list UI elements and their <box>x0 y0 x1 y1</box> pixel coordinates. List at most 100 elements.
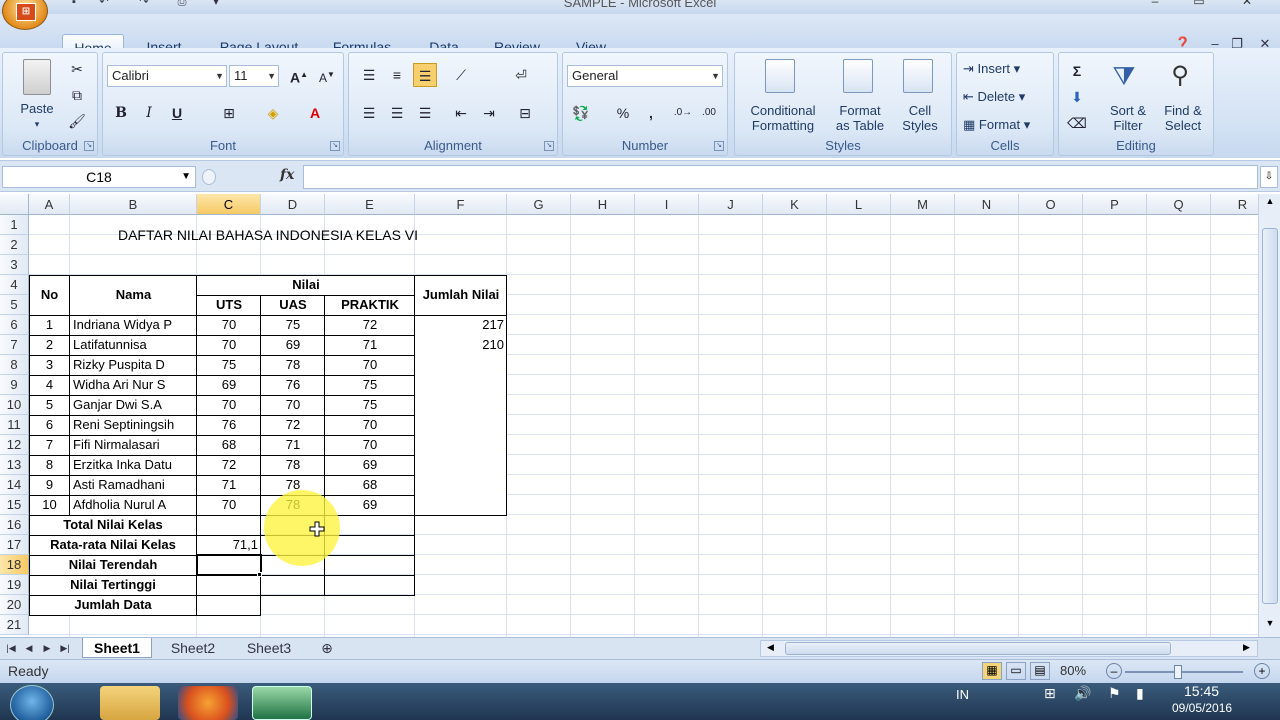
zoom-out-icon[interactable]: – <box>1106 663 1122 679</box>
row-header-17[interactable]: 17 <box>0 535 29 555</box>
merge-center-icon[interactable]: ⊟ <box>513 101 537 125</box>
column-header-h[interactable]: H <box>571 194 635 215</box>
row-header-21[interactable]: 21 <box>0 615 29 635</box>
row-header-9[interactable]: 9 <box>0 375 29 395</box>
clock-time[interactable]: 15:45 <box>1184 683 1219 699</box>
clear-icon[interactable]: ⌫ <box>1065 111 1089 135</box>
decrease-decimal-icon[interactable]: .00 <box>697 101 721 125</box>
cell-uts[interactable]: 75 <box>197 355 261 375</box>
undo-icon[interactable]: ↶ <box>96 0 112 8</box>
sheet-tab-sheet1[interactable]: Sheet1 <box>82 638 152 658</box>
align-top-icon[interactable]: ☰ <box>357 63 381 87</box>
cell-no[interactable]: 9 <box>29 475 70 495</box>
zoom-level[interactable]: 80% <box>1060 663 1086 678</box>
excel-taskbar-icon[interactable] <box>252 686 312 720</box>
cell-jumlah[interactable] <box>415 435 507 455</box>
cell-no[interactable]: 1 <box>29 315 70 335</box>
cell-uas[interactable]: 78 <box>261 355 325 375</box>
clipboard-launcher-icon[interactable]: ↘ <box>84 141 94 151</box>
column-header-n[interactable]: N <box>955 194 1019 215</box>
page-layout-view-icon[interactable]: ▭ <box>1006 662 1026 680</box>
cut-icon[interactable]: ✂ <box>65 57 89 81</box>
cell-praktik[interactable]: 69 <box>325 455 415 475</box>
cell-no[interactable]: 10 <box>29 495 70 515</box>
cell-summary-value[interactable] <box>197 575 261 595</box>
first-sheet-icon[interactable]: |◀ <box>4 640 18 656</box>
column-header-b[interactable]: B <box>70 194 197 215</box>
prev-sheet-icon[interactable]: ◀ <box>22 640 36 656</box>
flag-icon[interactable]: ⚑ <box>1108 685 1121 702</box>
cell-nama[interactable]: Latifatunnisa <box>70 335 197 355</box>
cell-uas[interactable]: 78 <box>261 455 325 475</box>
maximize-button[interactable]: ▭ <box>1184 0 1214 10</box>
cell-praktik[interactable]: 71 <box>325 335 415 355</box>
cell-jumlah[interactable] <box>415 395 507 415</box>
row-header-8[interactable]: 8 <box>0 355 29 375</box>
cell-summary-label[interactable]: Total Nilai Kelas <box>29 515 197 535</box>
normal-view-icon[interactable]: ▦ <box>982 662 1002 680</box>
save-icon[interactable]: ▪ <box>66 0 82 8</box>
page-break-view-icon[interactable]: ▤ <box>1030 662 1050 680</box>
align-middle-icon[interactable]: ≡ <box>385 63 409 87</box>
column-header-o[interactable]: O <box>1019 194 1083 215</box>
cell-uts[interactable]: 70 <box>197 335 261 355</box>
insert-sheet-icon[interactable]: ⊕ <box>312 638 342 658</box>
cell-summary-value[interactable]: 71,1 <box>197 535 261 555</box>
cell-praktik[interactable]: 68 <box>325 475 415 495</box>
language-indicator[interactable]: IN <box>956 687 969 702</box>
customize-qat-icon[interactable]: ▾ <box>208 0 224 8</box>
cell-praktik[interactable]: 72 <box>325 315 415 335</box>
network-icon[interactable]: ⊞ <box>1044 685 1056 702</box>
column-header-r[interactable]: R <box>1211 194 1258 215</box>
percent-button[interactable]: % <box>611 101 635 125</box>
cell-summary-value[interactable] <box>197 595 261 615</box>
paste-dropdown-icon[interactable]: ▾ <box>29 117 45 132</box>
cell-no-header[interactable]: No <box>29 275 70 315</box>
cell-jumlah[interactable]: 217 <box>415 315 507 335</box>
number-launcher-icon[interactable]: ↘ <box>714 141 724 151</box>
redo-icon[interactable]: ↷ <box>136 0 152 8</box>
insert-function-button[interactable]: fx <box>280 167 300 187</box>
cell-nama[interactable]: Afdholia Nurul A <box>70 495 197 515</box>
font-color-icon[interactable]: A <box>303 101 327 125</box>
cell-nama[interactable]: Fifi Nirmalasari <box>70 435 197 455</box>
row-header-18[interactable]: 18 <box>0 555 29 575</box>
column-header-l[interactable]: L <box>827 194 891 215</box>
zoom-slider-thumb[interactable] <box>1174 665 1182 679</box>
cell-praktik[interactable]: 75 <box>325 395 415 415</box>
last-sheet-icon[interactable]: ▶| <box>58 640 72 656</box>
cell-jumlah[interactable] <box>415 475 507 495</box>
orientation-icon[interactable]: ⟋ <box>449 63 473 87</box>
row-header-4[interactable]: 4 <box>0 275 29 295</box>
row-header-15[interactable]: 15 <box>0 495 29 515</box>
wrap-text-icon[interactable]: ⏎ <box>509 63 533 87</box>
cell-uas[interactable]: 72 <box>261 415 325 435</box>
scroll-right-icon[interactable]: ▶ <box>1243 642 1250 653</box>
cell-uas[interactable]: 70 <box>261 395 325 415</box>
scroll-left-icon[interactable]: ◀ <box>767 642 774 653</box>
select-all-corner[interactable] <box>0 194 29 215</box>
cell-uts[interactable]: 71 <box>197 475 261 495</box>
cell-nama[interactable]: Indriana Widya P <box>70 315 197 335</box>
cell-summary-label[interactable]: Rata-rata Nilai Kelas <box>29 535 197 555</box>
vertical-scrollbar[interactable]: ▲ ▼ <box>1258 194 1280 637</box>
row-header-2[interactable]: 2 <box>0 235 29 255</box>
row-header-3[interactable]: 3 <box>0 255 29 275</box>
format-as-table-button[interactable]: Format as Table <box>827 103 893 133</box>
scroll-up-icon[interactable]: ▲ <box>1263 196 1277 210</box>
paste-button[interactable]: Paste <box>13 101 61 116</box>
row-header-14[interactable]: 14 <box>0 475 29 495</box>
cell-jumlah[interactable] <box>415 375 507 395</box>
cell-uas[interactable]: 76 <box>261 375 325 395</box>
explorer-icon[interactable] <box>100 686 160 720</box>
align-left-icon[interactable]: ☰ <box>357 101 381 125</box>
formula-input[interactable] <box>303 165 1258 189</box>
cell-jumlah-header[interactable]: Jumlah Nilai <box>415 275 507 315</box>
fill-color-icon[interactable]: ◈ <box>261 101 285 125</box>
increase-indent-icon[interactable]: ⇥ <box>477 101 501 125</box>
cell-nama[interactable]: Rizky Puspita D <box>70 355 197 375</box>
cell-no[interactable]: 4 <box>29 375 70 395</box>
row-header-20[interactable]: 20 <box>0 595 29 615</box>
find-select-button[interactable]: Find & Select <box>1155 103 1211 133</box>
align-bottom-icon[interactable]: ☰ <box>413 63 437 87</box>
